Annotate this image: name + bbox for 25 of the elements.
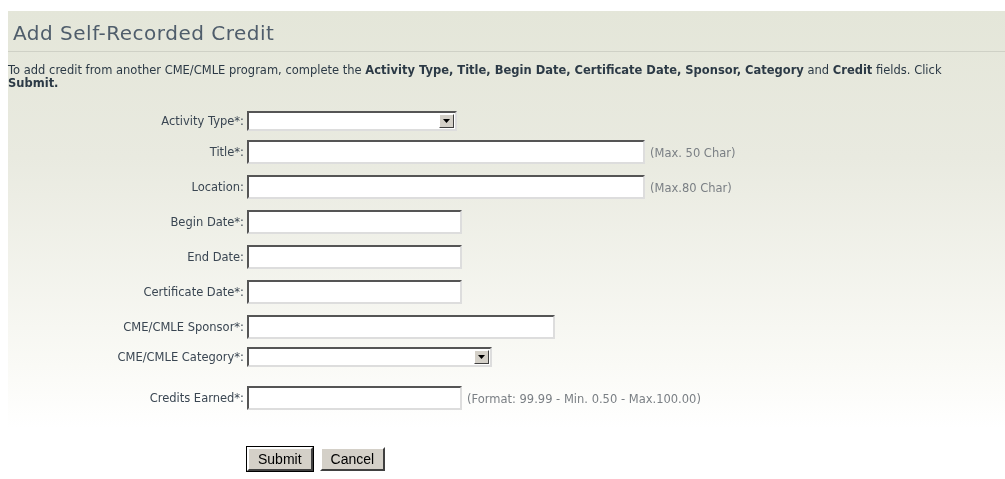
- input-field[interactable]: [247, 209, 462, 234]
- field-label: Begin Date*:: [170, 214, 244, 229]
- input-field[interactable]: [247, 385, 462, 410]
- input-field[interactable]: [247, 139, 645, 164]
- field-label: Certificate Date*:: [143, 284, 244, 299]
- field-hint: (Max.80 Char): [650, 181, 732, 195]
- page-title: Add Self-Recorded Credit: [8, 11, 1005, 52]
- instructions-text: To add credit from another CME/CMLE program, complete the Activity Type, Title, Begin Date, Certificate Date, Sponsor, Category and Credit fields. Click Submit.: [8, 64, 943, 90]
- cancel-button[interactable]: Cancel: [319, 447, 386, 471]
- input-field[interactable]: [247, 244, 462, 269]
- field-label: End Date:: [187, 249, 244, 264]
- dropdown-field[interactable]: [247, 111, 457, 131]
- submit-button[interactable]: Submit: [247, 447, 313, 471]
- field-label: CME/CMLE Category*:: [117, 350, 244, 364]
- input-field[interactable]: [247, 174, 645, 199]
- field-label: Activity Type*:: [161, 114, 244, 128]
- input-field[interactable]: [247, 279, 462, 304]
- field-hint: (Max. 50 Char): [650, 146, 736, 160]
- dropdown-field[interactable]: [247, 347, 492, 367]
- field-label: Location:: [191, 179, 244, 194]
- field-label: Credits Earned*:: [149, 390, 244, 405]
- field-label: CME/CMLE Sponsor*:: [123, 319, 244, 334]
- input-field[interactable]: [247, 314, 555, 339]
- field-label: Title*:: [209, 144, 244, 159]
- field-hint: (Format: 99.99 - Min. 0.50 - Max.100.00): [467, 392, 701, 406]
